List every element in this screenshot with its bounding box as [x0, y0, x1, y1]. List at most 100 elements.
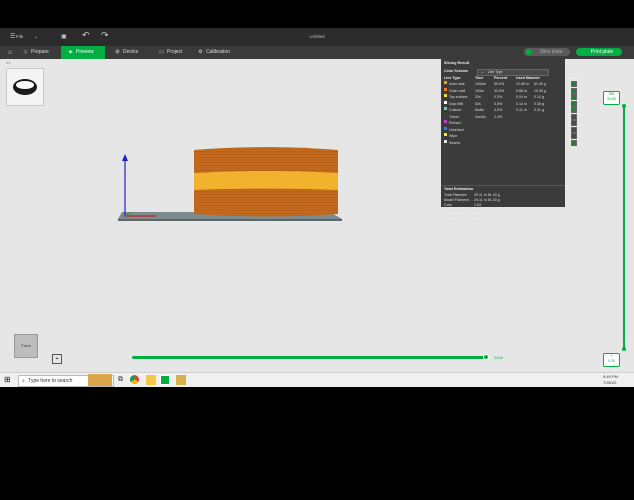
table-row: Retract [444, 120, 577, 126]
window-title: Untitled [309, 34, 325, 39]
build-plate-edge [118, 219, 342, 221]
plate-thumbnail-image [13, 79, 37, 95]
display-checkbox[interactable] [571, 87, 577, 94]
display-checkbox[interactable] [571, 94, 577, 100]
line-type-label: Wipe [449, 134, 458, 138]
project-icon: ▭ [159, 49, 164, 55]
layer-bottom-handle[interactable] [622, 347, 626, 351]
zoom-fit-icon[interactable]: ⌖ [52, 354, 62, 364]
tab-project[interactable]: ▭ Project [158, 46, 192, 59]
table-row: Seams [444, 139, 577, 146]
color-scheme-row: Color Scheme ⌄ Line Type [444, 68, 562, 76]
cell-weight: 0.31 g [534, 108, 544, 112]
color-swatch [444, 139, 447, 143]
total-estimation-title: Total Estimation [444, 187, 474, 191]
title-bar: ☰ File ⌄ ▣ ↶ ↷ Untitled [0, 28, 634, 46]
cell-percent: 2.4% [494, 114, 503, 119]
estimation-value: 3h14m [474, 219, 485, 223]
tab-prepare[interactable]: ◇ Prepare [22, 46, 56, 59]
color-swatch [444, 100, 447, 104]
display-checkbox[interactable] [571, 126, 577, 133]
home-icon[interactable]: ⌂ [4, 46, 16, 59]
cell-time: 52s [475, 101, 481, 106]
table-row: Outer wall 1h5m 33.5% 6.88 m 19.36 g [444, 87, 577, 94]
divider [441, 185, 565, 186]
chevron-down-icon: ⌄ [481, 69, 484, 74]
cell-weight: 61.49 g [534, 82, 546, 86]
line-type-label: Gap infill [449, 101, 463, 106]
file-explorer-icon[interactable] [146, 375, 156, 385]
line-type-label: Travel [449, 114, 459, 119]
display-checkbox[interactable] [571, 139, 577, 146]
layer-bottom-label: 1 0.25 [603, 353, 620, 367]
move-track[interactable] [132, 356, 486, 359]
cube-icon: ◇ [23, 49, 28, 55]
search-highlight-image [88, 374, 112, 386]
layers-icon: ◈ [68, 49, 73, 55]
task-view-icon[interactable]: ⧉ [118, 375, 123, 385]
cell-length: 0.14 m [516, 101, 527, 106]
table-row: Inner wall 1h54m 59.0% 21.89 m 61.49 g [444, 81, 577, 87]
table-row: Wipe [444, 133, 577, 139]
layer-top-label: 396 94.85 [603, 91, 620, 105]
move-slider[interactable]: 2443 [132, 353, 512, 363]
bambu-studio-icon[interactable] [160, 375, 170, 385]
app-window: ☰ File ⌄ ▣ ↶ ↷ Untitled ⌂ ◇ Prepare ◈ Prev… [0, 28, 634, 386]
slice-icon [526, 49, 532, 55]
cell-time: 1h54m [475, 82, 486, 86]
chrome-icon[interactable] [130, 375, 139, 384]
cell-time: 4m44s [475, 114, 486, 119]
cell-percent: 33.5% [494, 88, 505, 93]
color-swatch [444, 133, 447, 136]
line-type-label: Custom [449, 108, 462, 112]
display-checkbox[interactable] [571, 100, 577, 107]
slice-plate-button[interactable]: Slice plate [524, 48, 570, 56]
cell-weight: 19.36 g [534, 88, 546, 93]
display-checkbox[interactable] [571, 81, 577, 87]
move-handle[interactable] [483, 354, 489, 360]
z-axis-arrow [122, 154, 128, 161]
display-checkbox[interactable] [571, 133, 577, 139]
display-checkbox[interactable] [571, 120, 577, 126]
line-type-label: Inner wall [449, 82, 465, 86]
cell-weight: 0.38 g [534, 101, 544, 106]
cell-length: 21.89 m [516, 82, 529, 86]
display-checkbox[interactable] [571, 107, 577, 113]
plate-thumbnail[interactable] [6, 68, 44, 106]
print-plate-button[interactable]: Print plate [576, 48, 622, 56]
model-inner-wall-band [194, 171, 338, 190]
line-type-label: Retract [449, 121, 461, 125]
cell-percent: 0.3% [494, 95, 503, 99]
table-row: Travel 4m44s 2.4% [444, 113, 577, 120]
color-swatch [444, 87, 447, 91]
line-type-label: Top surface [449, 95, 468, 99]
view-cube[interactable]: Front [14, 334, 38, 358]
tab-preview[interactable]: ◈ Preview [61, 46, 105, 59]
clock-date: 7/26/20 [603, 380, 617, 385]
cell-percent: 4.2% [494, 108, 503, 112]
estimation-row: Total time: 3h14m [444, 219, 562, 224]
clock-time: 5:49 PM [603, 374, 618, 379]
layer-track[interactable] [623, 107, 625, 350]
table-row: Unretract [444, 126, 577, 133]
windows-start-icon[interactable]: ⊞ [4, 375, 11, 385]
slicing-result-panel: Slicing Result Color Scheme ⌄ Line Type … [441, 59, 581, 223]
tab-device[interactable]: ⊞ Device [114, 46, 148, 59]
color-swatch [444, 126, 447, 130]
table-row: Top surface 32s 0.3% 0.04 m 0.10 g [444, 94, 577, 100]
move-value: 2443 [494, 355, 503, 360]
tab-calibration[interactable]: ⚙ Calibration [197, 46, 241, 59]
app-icon[interactable] [176, 375, 186, 385]
taskbar: ⊞ ⌕ Type here to search ⧉ 5:49 PM 7/26/2… [0, 372, 634, 387]
layer-slider[interactable]: 396 94.85 1 0.25 ◈ [603, 91, 626, 386]
cell-length: 0.04 m [516, 95, 527, 99]
tab-bar: ⌂ ◇ Prepare ◈ Preview ⊞ Device ▭ Project ⚙ Ca… [0, 46, 634, 59]
estimation-label: Total time: [444, 219, 461, 223]
color-swatch [444, 120, 447, 123]
device-icon: ⊞ [115, 49, 120, 55]
color-swatch [444, 94, 447, 97]
cell-weight: 0.10 g [534, 95, 544, 99]
calibration-icon: ⚙ [198, 49, 203, 55]
display-checkbox[interactable] [571, 113, 577, 120]
color-swatch [444, 81, 447, 84]
